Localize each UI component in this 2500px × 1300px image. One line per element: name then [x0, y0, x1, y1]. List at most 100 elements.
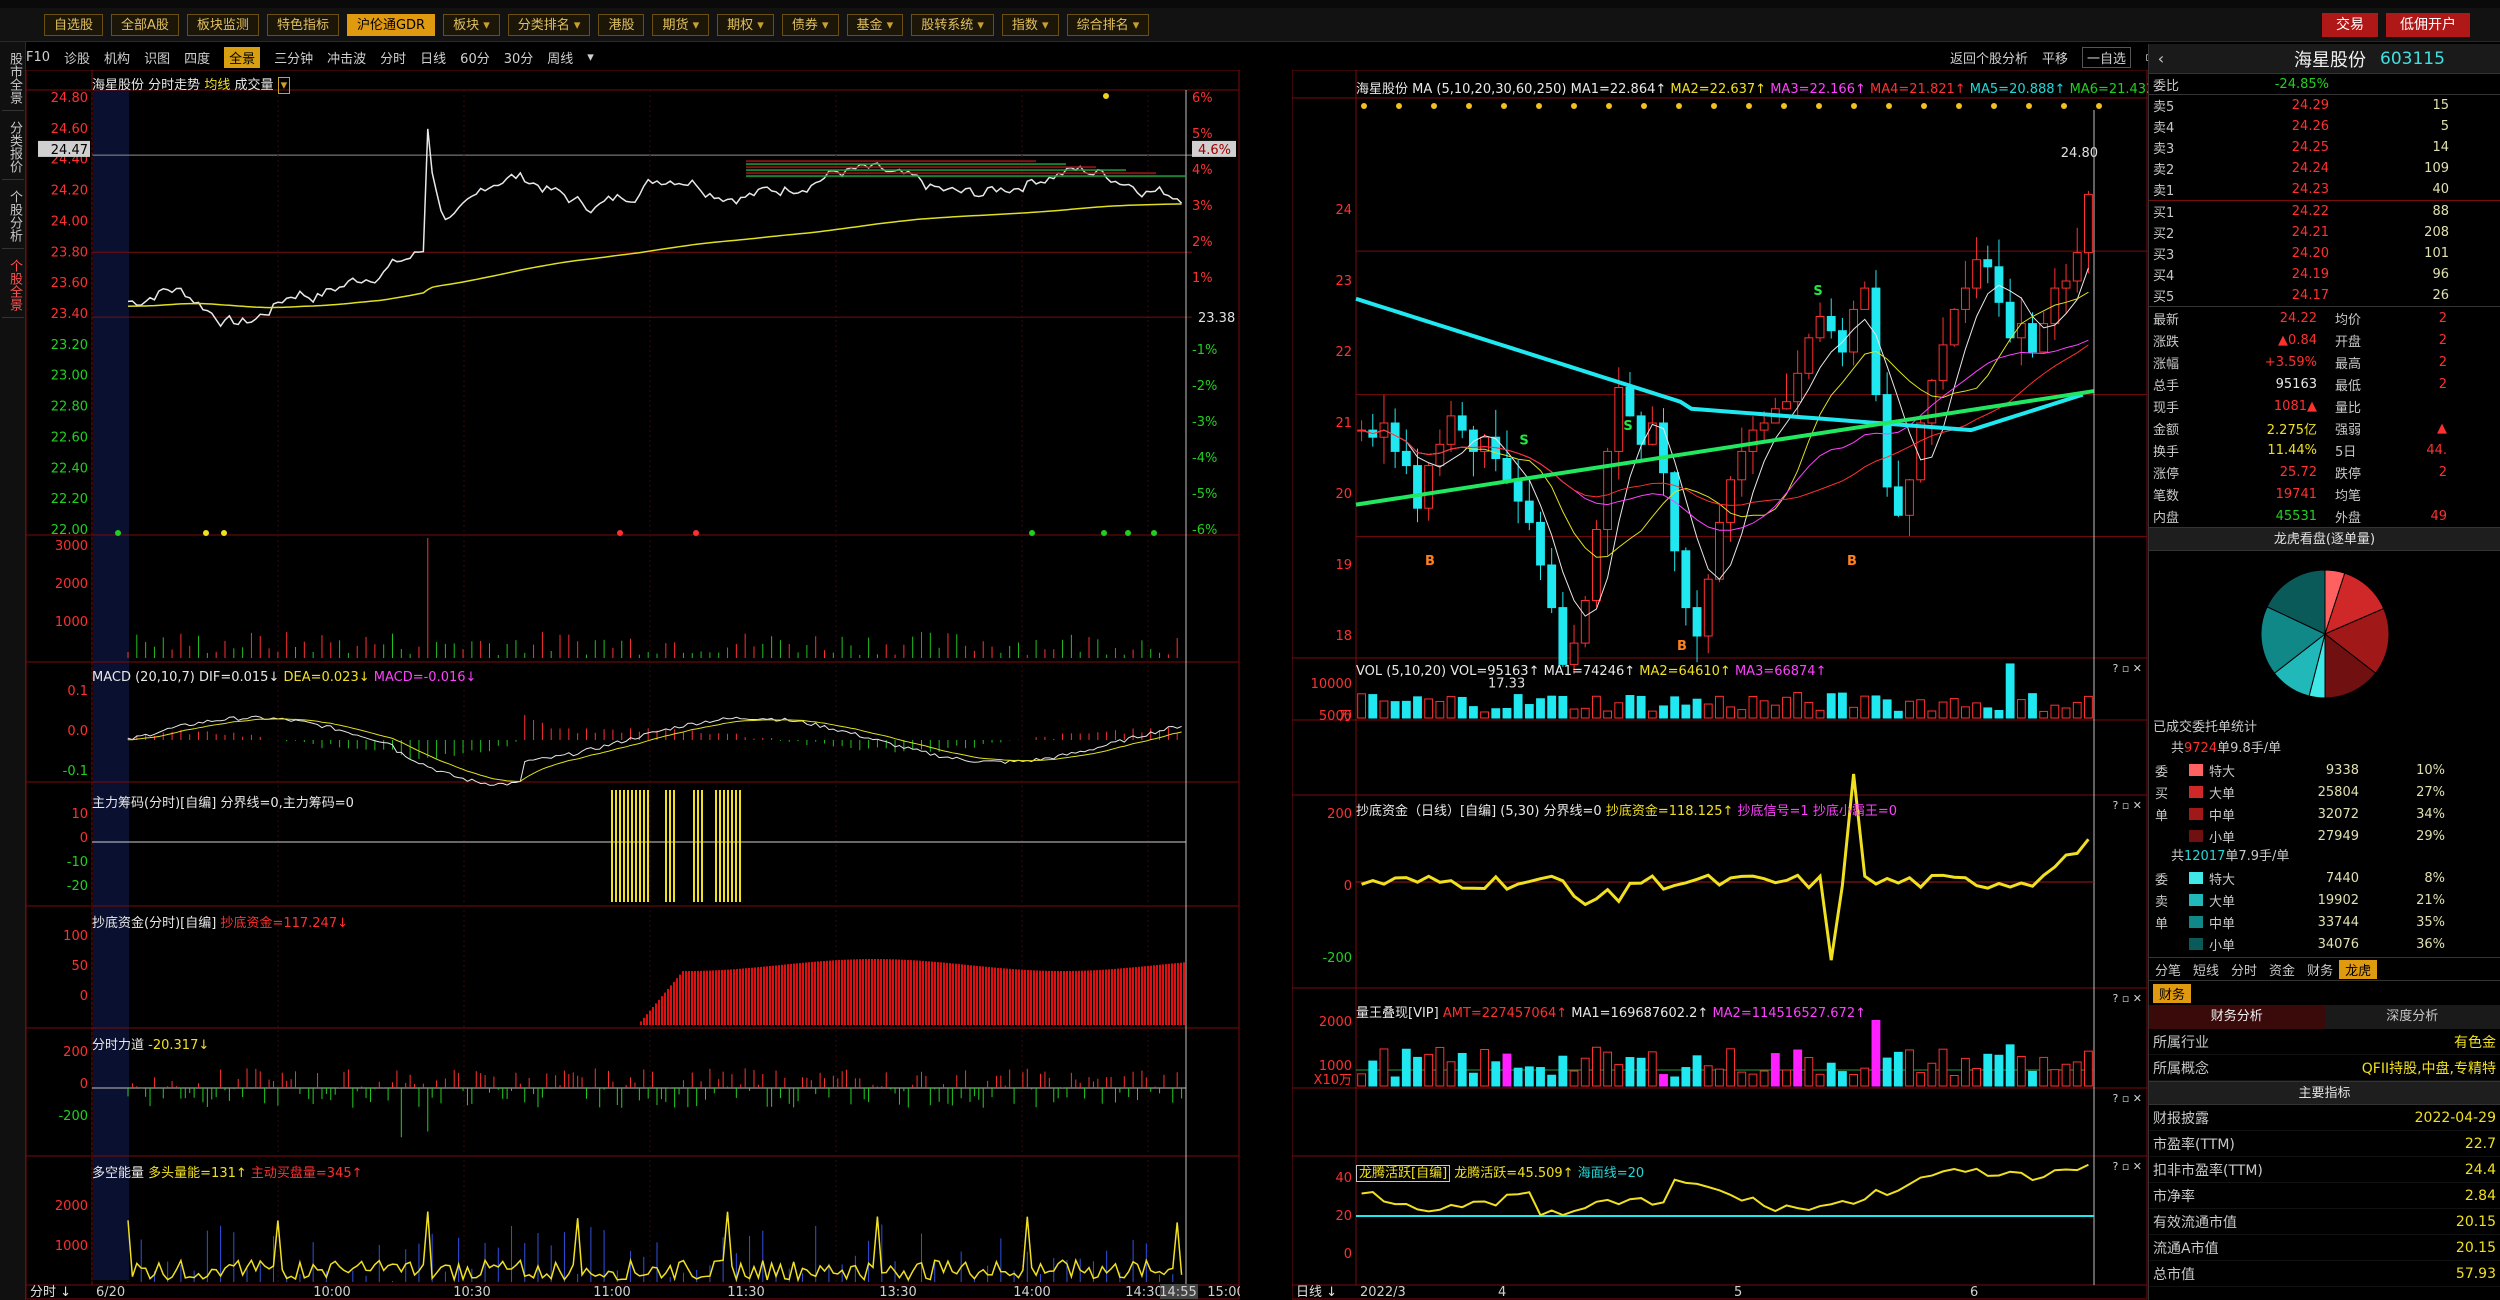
subbar-item-9[interactable]: 日线	[420, 48, 446, 67]
candle-body	[1860, 287, 1870, 310]
quote-tab-0[interactable]: 分笔	[2149, 960, 2187, 979]
bid-row[interactable]: 买5 24.17 26	[2149, 285, 2500, 306]
toolbar-item-0[interactable]: 自选股	[44, 13, 104, 36]
quote-stock-name: 海星股份	[2294, 49, 2366, 71]
preclose-label: 23.38	[1198, 311, 1235, 326]
subbar-dropdown-icon[interactable]: ▾	[587, 50, 594, 65]
rail-tab-3[interactable]: 个股全景	[2, 253, 24, 318]
bid-row[interactable]: 买4 24.19 96	[2149, 264, 2500, 285]
daily-chart-svg[interactable]: 2423222120191824.8017.33BSSBSB100005000万…	[1292, 70, 2148, 1300]
lw-bar	[1983, 1053, 1993, 1087]
toolbar-item-11[interactable]: 基金	[846, 13, 904, 36]
daily-cd-name[interactable]: 抄底资金（日线）[自编]	[1356, 804, 1496, 819]
rail-tab-0[interactable]: 股市全景	[2, 46, 24, 111]
toolbar-item-1[interactable]: 全部A股	[111, 13, 179, 36]
daily-vol-bar	[1659, 705, 1668, 719]
candle-body	[1446, 415, 1456, 445]
cd-name[interactable]: 抄底资金(分时)[自编]	[92, 916, 216, 931]
ask-row[interactable]: 卖1 24.23 40	[2149, 179, 2500, 200]
order-count: 34076	[2317, 936, 2359, 952]
toolbar-item-6[interactable]: 分类排名	[507, 13, 591, 36]
signal-marker	[221, 530, 227, 536]
quote-tab-5[interactable]: 龙虎	[2339, 959, 2378, 979]
toolbar-item-13[interactable]: 指数	[1001, 13, 1059, 36]
subbar-item-3[interactable]: 识图	[144, 48, 170, 67]
toolbar-item-7[interactable]: 港股	[598, 13, 645, 36]
chevron-left-icon[interactable]: ‹	[2149, 49, 2173, 68]
price-tick: 23.60	[51, 276, 88, 291]
indicator-value: 2.84	[2464, 1187, 2496, 1204]
quote-tab-4[interactable]: 财务	[2301, 960, 2339, 979]
quote-tab-2[interactable]: 分时	[2225, 960, 2263, 979]
subbar-item-8[interactable]: 分时	[380, 48, 406, 67]
subbar-item-5[interactable]: 全景	[224, 46, 261, 68]
quote-tab-3[interactable]: 资金	[2263, 960, 2301, 979]
trade-button[interactable]: 交易	[2322, 12, 2378, 37]
subbar-item-0[interactable]: F10	[26, 50, 50, 65]
rail-tab-2[interactable]: 个股分析	[2, 184, 24, 249]
subbar-item-7[interactable]: 冲击波	[327, 48, 366, 67]
ask-row[interactable]: 卖2 24.24 109	[2149, 158, 2500, 179]
lw-bar	[1782, 1069, 1791, 1087]
order-type: 单	[2155, 916, 2169, 932]
dk-bull-line	[127, 1211, 1183, 1283]
toolbar-item-2[interactable]: 板块监测	[186, 13, 259, 36]
ask-row[interactable]: 卖3 24.25 14	[2149, 137, 2500, 158]
intraday-title-dropdown-icon[interactable]: ▾	[277, 77, 291, 94]
intraday-chart-svg[interactable]: 24.8024.6024.4024.2024.0023.8023.6023.40…	[26, 70, 1240, 1300]
candle-body	[1580, 600, 1590, 644]
subbar-item-10[interactable]: 60分	[460, 48, 490, 67]
dk-name[interactable]: 多空能量	[92, 1166, 144, 1181]
toolbar-item-3[interactable]: 特色指标	[266, 13, 339, 36]
zl-name[interactable]: 主力筹码(分时)[自编]	[92, 796, 216, 811]
subbar-item-6[interactable]: 三分钟	[274, 48, 313, 67]
toolbar-item-14[interactable]: 综合排名	[1066, 13, 1150, 36]
chip-distribution-bar	[746, 172, 1156, 175]
daily-ma-label[interactable]: MA	[1412, 82, 1432, 97]
lw-bar	[1401, 1048, 1411, 1087]
subbar-item-11[interactable]: 30分	[504, 48, 534, 67]
daily-vol-bar	[1893, 710, 1903, 719]
daily-vol-bar	[1994, 709, 2004, 719]
bid-levels: 买1 24.22 88 买2 24.21 208 买3 24.20 101 买4 24.19 96 买5…	[2149, 201, 2500, 306]
toolbar-item-8[interactable]: 期货	[652, 13, 710, 36]
lw-bar	[1927, 1062, 1937, 1087]
lt-name[interactable]: 龙腾活跃[自编]	[1356, 1165, 1451, 1182]
toolbar-item-10[interactable]: 债券	[781, 13, 839, 36]
quote-tab-1[interactable]: 短线	[2187, 960, 2225, 979]
toolbar-item-12[interactable]: 股转系统	[911, 13, 994, 36]
macd-tick: 0.0	[67, 724, 88, 739]
bid-row[interactable]: 买3 24.20 101	[2149, 243, 2500, 264]
bid-row[interactable]: 买2 24.21 208	[2149, 222, 2500, 243]
candle-body	[2016, 323, 2026, 339]
subbar-item-1[interactable]: 诊股	[64, 48, 90, 67]
vol-name[interactable]: VOL	[1356, 664, 1382, 679]
rail-tab-1[interactable]: 分类报价	[2, 115, 24, 180]
watchlist-select[interactable]: 一自选	[2082, 46, 2132, 68]
toolbar-item-5[interactable]: 板块	[443, 13, 500, 36]
macd-name[interactable]: MACD	[92, 670, 131, 685]
toolbar-item-4[interactable]: 沪伦通GDR	[346, 13, 436, 36]
lw-bar	[1569, 1070, 1579, 1087]
subbar-item-2[interactable]: 机构	[104, 48, 130, 67]
candle-body	[1457, 415, 1467, 431]
open-account-button[interactable]: 低佣开户	[2386, 12, 2470, 37]
bid-row[interactable]: 买1 24.22 88	[2149, 201, 2500, 222]
candle-body	[2061, 280, 2071, 289]
buy-summary: 共9724单9.8手/单	[2149, 739, 2500, 759]
ask-row[interactable]: 卖4 24.26 5	[2149, 116, 2500, 137]
subbar-item-12[interactable]: 周线	[547, 48, 573, 67]
finance-tab[interactable]: 财务	[2153, 983, 2192, 1003]
ask-row[interactable]: 卖5 24.29 15	[2149, 95, 2500, 116]
zl-title: 主力筹码(分时)[自编] 分界线=0,主力筹码=0	[92, 792, 354, 811]
fl-name[interactable]: 分时力道	[92, 1038, 144, 1053]
back-to-analysis-button[interactable]: 返回个股分析	[1950, 48, 2028, 67]
time-label: 10:30	[453, 1285, 490, 1300]
toolbar-item-9[interactable]: 期权	[717, 13, 774, 36]
finance-analysis-tab[interactable]: 财务分析	[2149, 1005, 2325, 1029]
ask-price: 24.24	[2291, 161, 2329, 176]
subbar-item-4[interactable]: 四度	[184, 48, 210, 67]
deep-analysis-tab[interactable]: 深度分析	[2325, 1005, 2500, 1029]
pan-mode-button[interactable]: 平移	[2042, 48, 2068, 67]
lw-name[interactable]: 量王叠现[VIP]	[1356, 1006, 1439, 1021]
